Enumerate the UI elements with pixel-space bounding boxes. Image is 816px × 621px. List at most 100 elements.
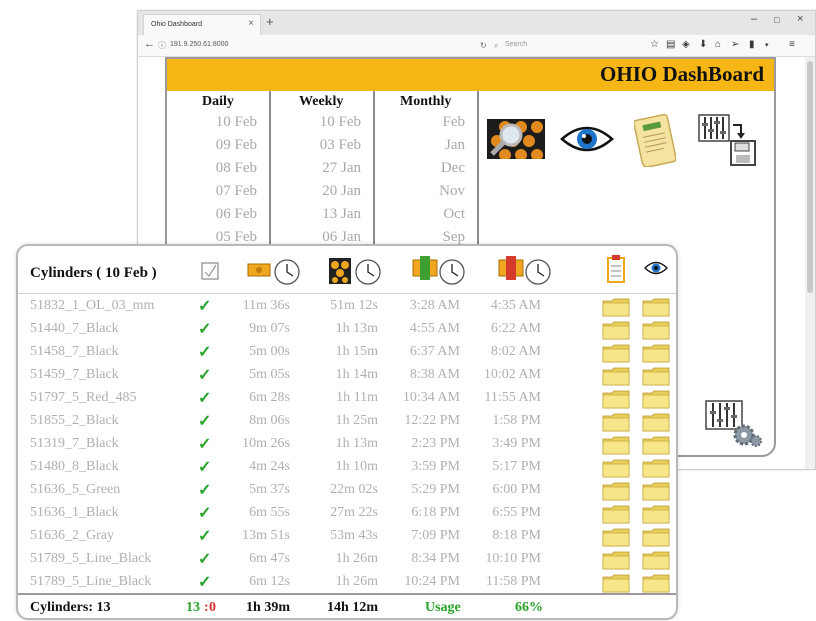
- table-row[interactable]: 51797_5_Red_485 ✓ 6m 28s 1h 11m 10:34 AM 11:5…: [18, 387, 676, 410]
- start-time-clock-icon[interactable]: [411, 254, 467, 286]
- report-folder-icon[interactable]: [602, 366, 630, 386]
- tab-close-icon[interactable]: ×: [248, 18, 254, 29]
- report-folder-icon[interactable]: [602, 389, 630, 409]
- report-folder-icon[interactable]: [602, 458, 630, 478]
- scrollbar-thumb[interactable]: [807, 61, 813, 293]
- url-bar[interactable]: ⓘ 191.9.250.61:8000 ↻: [158, 38, 487, 54]
- table-row[interactable]: 51855_2_Black ✓ 8m 06s 1h 25m 12:22 PM 1:58 P…: [18, 410, 676, 433]
- cylinder-name[interactable]: 51319_7_Black: [30, 436, 119, 452]
- reload-icon[interactable]: ↻: [480, 41, 487, 50]
- report-folder-icon[interactable]: [602, 481, 630, 501]
- export-save-icon[interactable]: [697, 113, 759, 169]
- table-row[interactable]: 51480_8_Black ✓ 4m 24s 1h 10m 3:59 PM 5:17 PM: [18, 456, 676, 479]
- view-folder-icon[interactable]: [642, 412, 670, 432]
- eye-icon[interactable]: [560, 123, 614, 155]
- daily-item[interactable]: 08 Feb: [167, 160, 269, 177]
- table-row[interactable]: 51459_7_Black ✓ 5m 05s 1h 14m 8:38 AM 10:02 A…: [18, 364, 676, 387]
- daily-item[interactable]: 10 Feb: [167, 114, 269, 131]
- report-folder-icon[interactable]: [602, 343, 630, 363]
- hamburger-menu-icon[interactable]: ≡: [789, 39, 795, 50]
- send-icon[interactable]: ➢: [731, 39, 739, 50]
- monthly-item[interactable]: Dec: [375, 160, 477, 177]
- table-row[interactable]: 51832_1_OL_03_mm ✓ 11m 36s 51m 12s 3:28 AM 4:…: [18, 295, 676, 318]
- daily-item[interactable]: 09 Feb: [167, 137, 269, 154]
- cylinder-name[interactable]: 51440_7_Black: [30, 321, 119, 337]
- run-time-clock-icon[interactable]: [327, 256, 383, 286]
- report-folder-icon[interactable]: [602, 504, 630, 524]
- view-folder-icon[interactable]: [642, 527, 670, 547]
- new-tab-button[interactable]: +: [266, 14, 274, 29]
- cylinder-name[interactable]: 51789_5_Line_Black: [30, 551, 151, 567]
- cylinder-name[interactable]: 51832_1_OL_03_mm: [30, 298, 154, 314]
- info-icon[interactable]: ⓘ: [158, 40, 166, 51]
- table-row[interactable]: 51319_7_Black ✓ 10m 26s 1h 13m 2:23 PM 3:49 P…: [18, 433, 676, 456]
- maximize-button[interactable]: □: [774, 15, 779, 25]
- download-icon[interactable]: ⬇: [699, 39, 707, 50]
- close-window-button[interactable]: ×: [797, 13, 803, 25]
- weekly-item[interactable]: 13 Jan: [271, 206, 373, 223]
- weekly-item[interactable]: 10 Feb: [271, 114, 373, 131]
- cylinder-name[interactable]: 51797_5_Red_485: [30, 390, 137, 406]
- clipboard-report-icon[interactable]: [606, 254, 626, 284]
- view-folder-icon[interactable]: [642, 320, 670, 340]
- pocket-icon[interactable]: ◈: [682, 39, 690, 50]
- cylinder-name[interactable]: 51636_2_Gray: [30, 528, 114, 544]
- table-row[interactable]: 51789_5_Line_Black ✓ 6m 12s 1h 26m 10:24 PM 1…: [18, 571, 676, 594]
- monthly-item[interactable]: Jan: [375, 137, 477, 154]
- search-report-icon[interactable]: [487, 119, 545, 159]
- table-row[interactable]: 51458_7_Black ✓ 5m 00s 1h 15m 6:37 AM 8:02 AM: [18, 341, 676, 364]
- view-folder-icon[interactable]: [642, 366, 670, 386]
- weekly-item[interactable]: 03 Feb: [271, 137, 373, 154]
- overflow-chevron-icon[interactable]: ▾: [765, 41, 769, 49]
- cylinder-name[interactable]: 51855_2_Black: [30, 413, 119, 429]
- weekly-item[interactable]: 20 Jan: [271, 183, 373, 200]
- report-folder-icon[interactable]: [602, 573, 630, 593]
- view-folder-icon[interactable]: [642, 481, 670, 501]
- view-folder-icon[interactable]: [642, 343, 670, 363]
- cylinder-name[interactable]: 51480_8_Black: [30, 459, 119, 475]
- monthly-item[interactable]: Oct: [375, 206, 477, 223]
- minimize-button[interactable]: –: [751, 13, 757, 25]
- report-folder-icon[interactable]: [602, 320, 630, 340]
- daily-item[interactable]: 07 Feb: [167, 183, 269, 200]
- weekly-item[interactable]: 27 Jan: [271, 160, 373, 177]
- report-folder-icon[interactable]: [602, 297, 630, 317]
- search-bar[interactable]: ⌕ Search: [491, 38, 631, 54]
- setup-time-clock-icon[interactable]: [246, 256, 302, 286]
- monthly-item[interactable]: Nov: [375, 183, 477, 200]
- report-folder-icon[interactable]: [602, 550, 630, 570]
- extension-icon[interactable]: ▮: [749, 39, 755, 50]
- report-folder-icon[interactable]: [602, 435, 630, 455]
- reading-list-icon[interactable]: ▤: [666, 39, 675, 50]
- cylinder-name[interactable]: 51636_1_Black: [30, 505, 119, 521]
- view-folder-icon[interactable]: [642, 504, 670, 524]
- checkbox-icon[interactable]: [201, 262, 219, 280]
- view-folder-icon[interactable]: [642, 458, 670, 478]
- cylinder-name[interactable]: 51789_5_Line_Black: [30, 574, 151, 590]
- report-folder-icon[interactable]: [602, 412, 630, 432]
- back-arrow-icon[interactable]: ←: [144, 38, 155, 50]
- table-row[interactable]: 51789_5_Line_Black ✓ 6m 47s 1h 26m 8:34 PM 10…: [18, 548, 676, 571]
- table-row[interactable]: 51636_2_Gray ✓ 13m 51s 53m 43s 7:09 PM 8:18 P…: [18, 525, 676, 548]
- view-folder-icon[interactable]: [642, 573, 670, 593]
- settings-equalizer-icon[interactable]: [704, 399, 762, 449]
- table-row[interactable]: 51636_5_Green ✓ 5m 37s 22m 02s 5:29 PM 6:00 P…: [18, 479, 676, 502]
- home-icon[interactable]: ⌂: [715, 39, 721, 50]
- view-eye-icon[interactable]: [644, 260, 668, 276]
- view-folder-icon[interactable]: [642, 297, 670, 317]
- report-folder-icon[interactable]: [602, 527, 630, 547]
- cylinder-name[interactable]: 51459_7_Black: [30, 367, 119, 383]
- browser-tab[interactable]: Ohio Dashboard ×: [143, 14, 261, 35]
- table-row[interactable]: 51440_7_Black ✓ 9m 07s 1h 13m 4:55 AM 6:22 AM: [18, 318, 676, 341]
- cylinder-name[interactable]: 51458_7_Black: [30, 344, 119, 360]
- view-folder-icon[interactable]: [642, 435, 670, 455]
- scroll-document-icon[interactable]: [634, 113, 676, 167]
- view-folder-icon[interactable]: [642, 389, 670, 409]
- daily-item[interactable]: 06 Feb: [167, 206, 269, 223]
- cylinder-name[interactable]: 51636_5_Green: [30, 482, 120, 498]
- bookmark-star-icon[interactable]: ☆: [650, 39, 659, 50]
- monthly-item[interactable]: Feb: [375, 114, 477, 131]
- view-folder-icon[interactable]: [642, 550, 670, 570]
- scrollbar[interactable]: [805, 57, 815, 469]
- table-row[interactable]: 51636_1_Black ✓ 6m 55s 27m 22s 6:18 PM 6:55 P…: [18, 502, 676, 525]
